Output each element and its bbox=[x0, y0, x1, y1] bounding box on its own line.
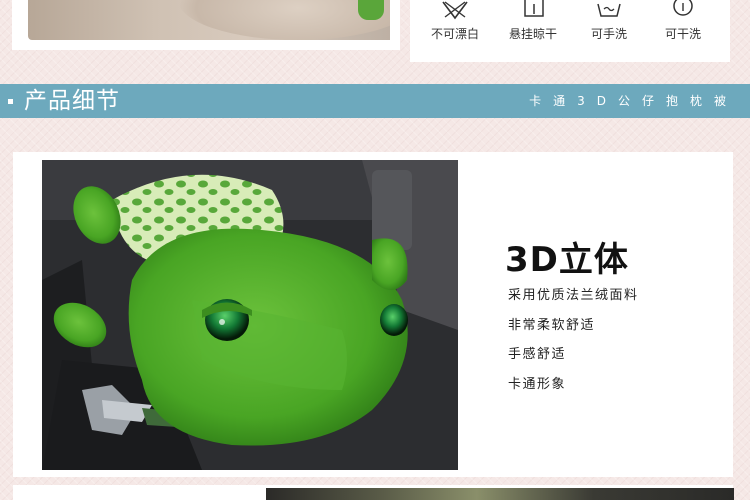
section-subtitle: 卡通3D公仔抱枕被 bbox=[529, 94, 738, 108]
hand-wash-icon bbox=[597, 3, 621, 17]
care-label: 可手洗 bbox=[590, 27, 627, 41]
care-item-no-bleach: 不可漂白 bbox=[420, 0, 490, 42]
care-label: 可干洗 bbox=[664, 27, 701, 41]
feature-list: 采用优质法兰绒面料 非常柔软舒适 手感舒适 卡通形象 bbox=[508, 287, 639, 405]
care-item-hang-dry: 悬挂晾干 bbox=[498, 0, 568, 42]
care-label: 悬挂晾干 bbox=[508, 27, 557, 41]
feature-heading: 3D立体 bbox=[505, 240, 629, 280]
feature-point: 采用优质法兰绒面料 bbox=[508, 288, 639, 303]
care-label: 不可漂白 bbox=[430, 27, 479, 41]
next-product-photo bbox=[266, 488, 734, 500]
previous-product-photo bbox=[28, 0, 390, 40]
no-bleach-icon bbox=[442, 1, 468, 20]
dry-clean-icon bbox=[673, 0, 693, 16]
bullet-icon bbox=[8, 99, 13, 104]
care-instructions-panel: 不可漂白 悬挂晾干 可手洗 可干洗 bbox=[410, 0, 730, 62]
turtle-plush-illustration bbox=[42, 160, 458, 470]
product-detail-photo bbox=[42, 160, 458, 470]
care-item-hand-wash: 可手洗 bbox=[574, 0, 644, 42]
care-item-dry-clean: 可干洗 bbox=[648, 0, 718, 42]
section-title: 产品细节 bbox=[24, 88, 120, 114]
feature-point: 手感舒适 bbox=[508, 347, 567, 362]
feature-point: 卡通形象 bbox=[508, 376, 567, 392]
section-header-bar: 产品细节 卡通3D公仔抱枕被 bbox=[0, 84, 750, 118]
feature-point: 非常柔软舒适 bbox=[508, 317, 596, 333]
hang-dry-icon bbox=[524, 0, 544, 17]
